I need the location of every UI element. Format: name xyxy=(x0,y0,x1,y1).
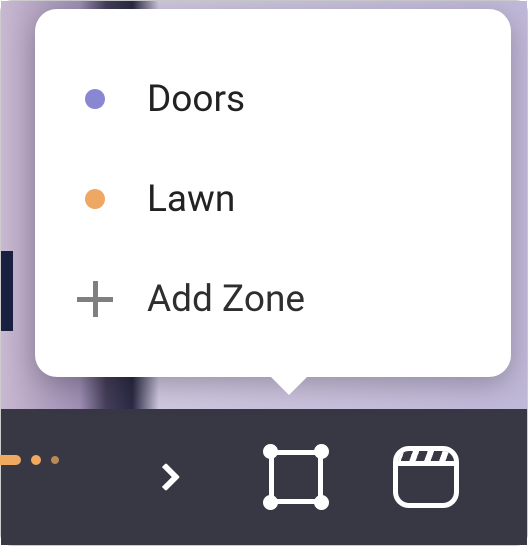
clips-button[interactable] xyxy=(361,409,491,545)
clapperboard-icon xyxy=(393,446,459,508)
zones-button[interactable] xyxy=(231,409,361,545)
zone-label: Doors xyxy=(147,78,245,121)
zone-item[interactable]: Lawn xyxy=(75,149,471,249)
zone-color-dot-icon xyxy=(85,89,105,109)
add-zone-label: Add Zone xyxy=(147,278,305,321)
zone-color-dot-icon xyxy=(85,189,105,209)
zone-box-icon xyxy=(263,444,329,510)
add-zone-button[interactable]: Add Zone xyxy=(75,249,471,349)
next-button[interactable] xyxy=(101,409,231,545)
timeline-dots xyxy=(1,455,59,465)
zone-label: Lawn xyxy=(147,178,235,221)
plus-icon xyxy=(77,281,113,317)
chevron-right-icon xyxy=(152,463,180,491)
zone-item[interactable]: Doors xyxy=(75,49,471,149)
toolbar xyxy=(1,409,527,545)
zones-popover: Doors Lawn Add Zone xyxy=(35,9,511,377)
